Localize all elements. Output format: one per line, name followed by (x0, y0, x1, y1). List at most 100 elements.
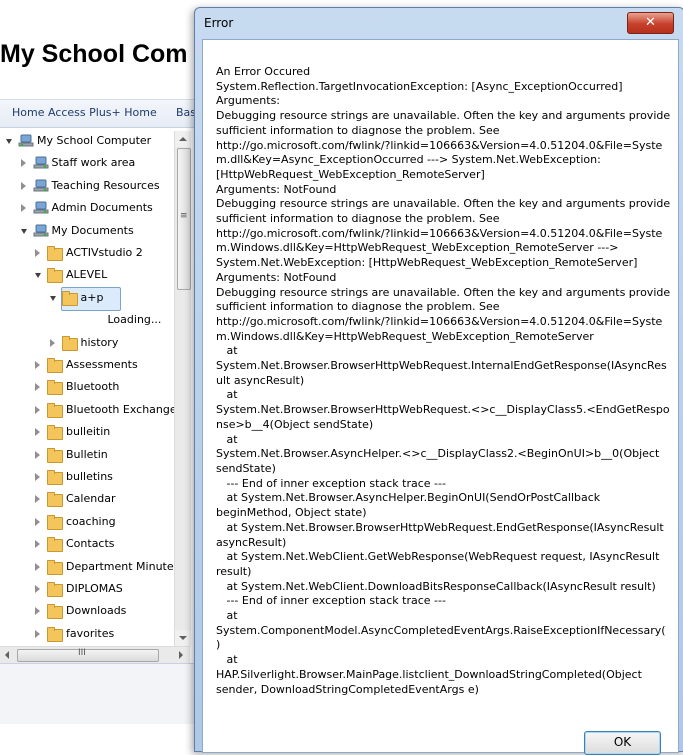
scroll-right-icon[interactable] (179, 651, 183, 659)
tree-horizontal-scrollbar[interactable]: III (0, 646, 190, 664)
network-drive-icon (33, 155, 49, 171)
collapsed-arrow-icon[interactable] (35, 629, 40, 638)
network-drive-icon (33, 200, 49, 216)
close-button[interactable]: ✕ (627, 12, 674, 34)
folder-icon (47, 357, 63, 373)
tree-item-label: DIPLOMAS (66, 582, 123, 595)
tree-item-label: Admin Documents (51, 201, 153, 215)
tree-item[interactable]: Staff work area (0, 153, 174, 175)
tree-item[interactable]: Assessments (0, 355, 174, 377)
scroll-left-icon[interactable] (5, 651, 9, 659)
tree-item[interactable]: Teaching Resources (0, 176, 174, 198)
tree-item[interactable]: bulletins (0, 467, 174, 489)
network-drive-icon (33, 223, 49, 239)
collapsed-arrow-icon[interactable] (35, 473, 40, 481)
folder-icon (61, 290, 78, 306)
expanded-arrow-icon[interactable] (49, 295, 56, 301)
tree-item[interactable]: Bulletin (0, 445, 174, 467)
tree-item-label: Assessments (66, 358, 138, 371)
folder-icon (47, 469, 63, 485)
folder-icon (47, 581, 63, 597)
folder-icon (47, 379, 63, 396)
error-message: An Error Occured System.Reflection.Targe… (216, 65, 671, 696)
tree-item[interactable]: Contacts (0, 534, 174, 556)
scroll-up-button[interactable] (175, 131, 191, 147)
tree-item[interactable]: My Documents (0, 221, 174, 243)
tree-item-label: ACTIVstudio 2 (66, 246, 143, 259)
tree-item-label: Calendar (66, 492, 116, 506)
collapsed-arrow-icon[interactable] (20, 181, 26, 190)
bottom-panel (0, 663, 200, 724)
expanded-arrow-icon[interactable] (35, 273, 41, 279)
expanded-arrow-icon[interactable] (20, 228, 27, 234)
tree-item-label: favorites (66, 626, 115, 640)
tree-item[interactable]: Admin Documents (0, 198, 174, 220)
computer-icon (18, 133, 34, 149)
tree-item[interactable]: Bluetooth (0, 377, 174, 399)
vertical-scroll-thumb[interactable]: ≡ (177, 148, 191, 290)
tree-item-label: Bulletin (66, 447, 108, 461)
tree-item[interactable]: a+p (0, 286, 174, 311)
tree-item[interactable]: ACTIVstudio 2 (0, 243, 174, 265)
dialog-content: An Error Occured System.Reflection.Targe… (202, 39, 679, 755)
folder-icon (47, 245, 63, 261)
tree-item-label: ALEVEL (66, 268, 108, 282)
expanded-arrow-icon[interactable] (6, 139, 12, 144)
folder-icon (47, 267, 63, 284)
collapsed-arrow-icon[interactable] (35, 517, 40, 526)
folder-icon (47, 424, 63, 441)
folder-icon (47, 402, 63, 418)
tree-item-label: My Documents (51, 223, 134, 237)
collapsed-arrow-icon[interactable] (35, 361, 40, 369)
top-navbar: Home Access Plus+ Home Bas (0, 99, 200, 128)
tree-item-label: coaching (66, 514, 116, 528)
tree-item[interactable]: Department Minute (0, 557, 174, 579)
folder-icon (47, 514, 63, 530)
folder-icon (47, 626, 63, 642)
folder-icon (47, 491, 63, 508)
collapsed-arrow-icon[interactable] (35, 585, 40, 593)
tree-item[interactable]: Downloads (0, 601, 174, 623)
collapsed-arrow-icon[interactable] (35, 249, 40, 257)
tree-vertical-scrollbar[interactable]: ≡ (174, 131, 191, 646)
folder-tree: My School Computer Staff work area Teachin… (0, 131, 174, 646)
tree-item-label: Bluetooth Exchange (66, 402, 174, 416)
collapsed-arrow-icon[interactable] (35, 428, 40, 437)
collapsed-arrow-icon[interactable] (35, 450, 40, 459)
folder-icon (47, 559, 63, 575)
grip-icon: III (78, 648, 86, 658)
tree-item-label: Contacts (66, 537, 115, 551)
nav-home-link[interactable]: Home Access Plus+ Home (12, 106, 157, 119)
tree-item[interactable]: Loading... (0, 310, 174, 332)
folder-icon (47, 536, 63, 553)
scroll-down-button[interactable] (175, 630, 191, 646)
collapsed-arrow-icon[interactable] (35, 383, 40, 392)
tree-item[interactable]: DIPLOMAS (0, 579, 174, 601)
tree-item[interactable]: history (0, 333, 174, 355)
collapsed-arrow-icon[interactable] (35, 607, 40, 616)
tree-item[interactable]: bulleitin (0, 422, 174, 444)
ok-button[interactable]: OK (584, 731, 661, 755)
collapsed-arrow-icon[interactable] (35, 540, 40, 549)
collapsed-arrow-icon[interactable] (20, 204, 26, 213)
tree-item[interactable]: Calendar (0, 489, 174, 511)
app-title: My School Com (0, 40, 188, 68)
tree-item[interactable]: coaching (0, 512, 174, 534)
tree-item-label: bulletins (66, 470, 113, 483)
tree-item-label: bulleitin (66, 425, 111, 439)
horizontal-scroll-thumb[interactable]: III (17, 648, 159, 662)
collapsed-arrow-icon[interactable] (35, 495, 40, 504)
collapsed-arrow-icon[interactable] (49, 338, 55, 347)
tree-item[interactable]: ALEVEL (0, 265, 174, 287)
tree-item-label: Bluetooth (66, 380, 120, 394)
tree-item[interactable]: My School Computer (0, 131, 174, 153)
folder-icon (47, 603, 63, 620)
collapsed-arrow-icon[interactable] (20, 159, 26, 168)
collapsed-arrow-icon[interactable] (35, 562, 40, 571)
tree-item-label: a+p (80, 290, 104, 304)
tree-item-label: history (80, 335, 119, 349)
tree-item[interactable]: Bluetooth Exchange (0, 400, 174, 422)
tree-item[interactable]: favorites (0, 624, 174, 646)
tree-item-label: My School Computer (37, 134, 152, 147)
collapsed-arrow-icon[interactable] (35, 405, 40, 414)
